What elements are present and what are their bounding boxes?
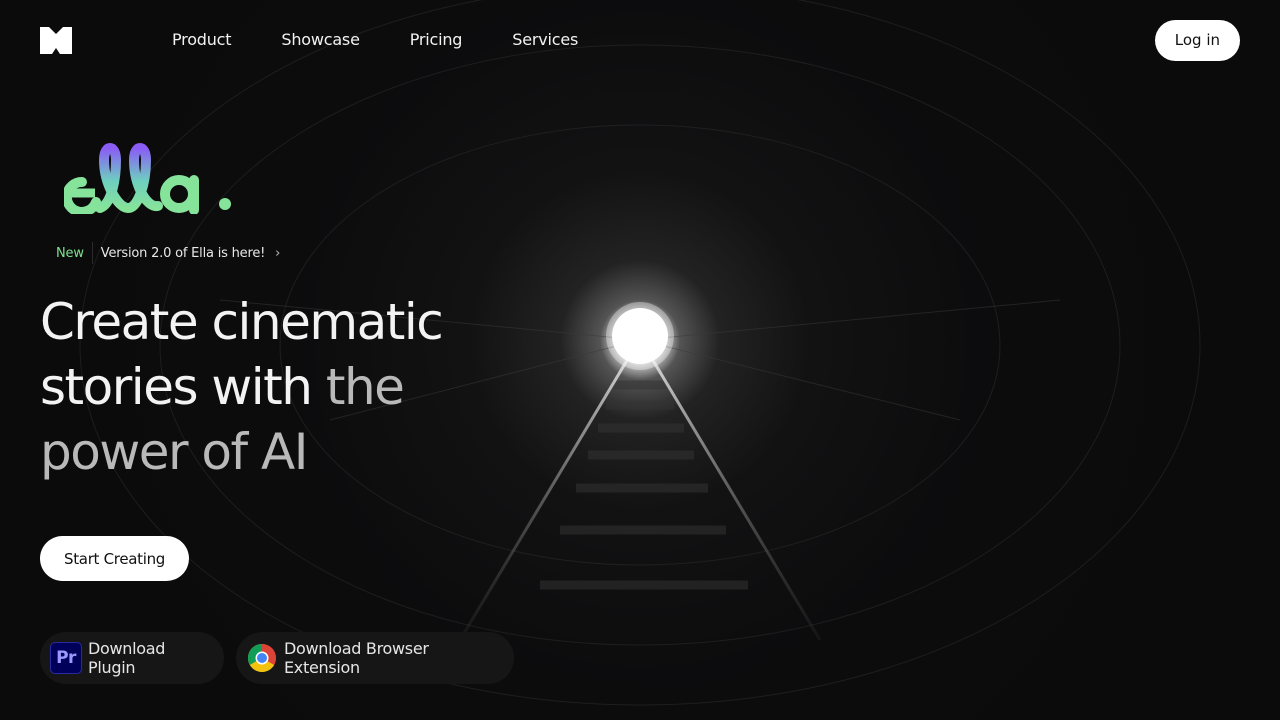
nav-link-services[interactable]: Services [512, 29, 578, 51]
chrome-icon [248, 644, 276, 672]
brand-logo-icon[interactable] [40, 27, 72, 54]
headline-line-2: stories with [40, 358, 313, 416]
announcement-message: Version 2.0 of Ella is here! [100, 245, 266, 261]
top-navigation-bar: Product Showcase Pricing Services Log in [0, 0, 1280, 80]
new-badge: New [56, 245, 84, 261]
hero-headline: Create cinematic stories with the power … [40, 290, 560, 485]
login-button[interactable]: Log in [1154, 20, 1240, 61]
ella-brand-logo [64, 143, 231, 214]
nav-link-pricing[interactable]: Pricing [410, 29, 463, 51]
download-extension-button[interactable]: Download Browser Extension [236, 632, 514, 684]
headline-line-3: power of AI [40, 423, 308, 481]
headline-highlight-the: the [325, 358, 405, 416]
nav-link-showcase[interactable]: Showcase [281, 29, 360, 51]
adobe-premiere-icon: Pr [50, 642, 82, 674]
chevron-right-icon: › [275, 245, 281, 261]
headline-line-1: Create cinematic [40, 293, 444, 351]
main-nav: Product Showcase Pricing Services [172, 29, 628, 51]
download-plugin-button[interactable]: Pr Download Plugin [40, 632, 224, 684]
download-plugin-label: Download Plugin [88, 639, 166, 677]
announcement-banner[interactable]: New Version 2.0 of Ella is here! › [40, 240, 280, 266]
nav-link-product[interactable]: Product [172, 29, 232, 51]
start-creating-button[interactable]: Start Creating [40, 536, 190, 581]
download-extension-label: Download Browser Extension [284, 639, 429, 677]
